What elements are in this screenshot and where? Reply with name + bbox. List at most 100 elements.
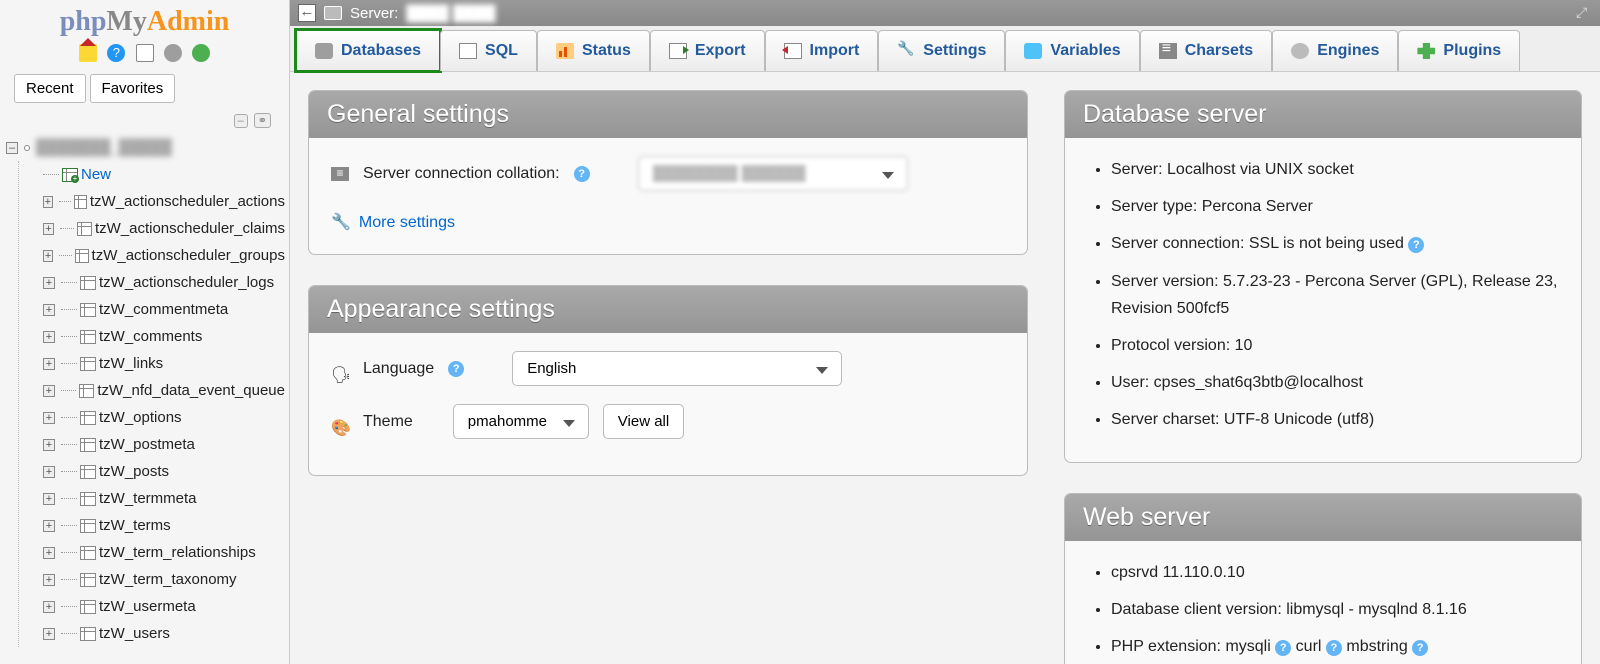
- db-server-info-item: Server connection: SSL is not being used…: [1111, 230, 1559, 257]
- tree-table-item[interactable]: + tzW_options: [43, 404, 285, 431]
- tree-new-table[interactable]: + New: [43, 161, 285, 188]
- web-server-info-item: PHP extension: mysqli ? curl ? mbstring …: [1111, 633, 1559, 660]
- db-server-info-item: Protocol version: 10: [1111, 332, 1559, 359]
- panel-heading: Database server: [1065, 91, 1581, 138]
- db-server-info-item: Server charset: UTF-8 Unicode (utf8): [1111, 406, 1559, 433]
- theme-select[interactable]: pmahomme: [453, 404, 589, 439]
- tab-databases[interactable]: Databases: [296, 30, 440, 71]
- help-icon[interactable]: [107, 44, 125, 62]
- web-server-info-item: Database client version: libmysql - mysq…: [1111, 596, 1559, 623]
- collation-icon: [331, 167, 349, 181]
- databases-icon: [315, 43, 333, 59]
- more-settings-link[interactable]: More settings: [359, 209, 455, 236]
- tab-variables[interactable]: Variables: [1005, 30, 1139, 71]
- table-icon: [80, 546, 96, 560]
- theme-label: Theme: [363, 408, 413, 435]
- tree-table-item[interactable]: + tzW_nfd_data_event_queue: [43, 377, 285, 404]
- tree-table-item[interactable]: + tzW_actionscheduler_logs: [43, 269, 285, 296]
- tab-export[interactable]: Export: [650, 30, 765, 71]
- language-icon: [331, 362, 349, 376]
- main-area: ← Server: ████ ████ ⤢ DatabasesSQLStatus…: [290, 0, 1600, 664]
- main-tabs: DatabasesSQLStatusExportImportSettingsVa…: [290, 26, 1600, 72]
- charsets-icon: [1159, 43, 1177, 59]
- tree-table-item[interactable]: + tzW_postmeta: [43, 431, 285, 458]
- server-icon: [324, 6, 342, 20]
- db-server-info-item: Server version: 5.7.23-23 - Percona Serv…: [1111, 268, 1559, 322]
- server-name: ████ ████: [406, 5, 495, 22]
- top-bar: ← Server: ████ ████ ⤢: [290, 0, 1600, 26]
- language-label: Language: [363, 355, 434, 382]
- table-icon: [80, 627, 96, 641]
- collation-label: Server connection collation:: [363, 160, 560, 187]
- status-icon: [556, 43, 574, 59]
- tree-table-item[interactable]: + tzW_actionscheduler_groups: [43, 242, 285, 269]
- table-icon: [80, 276, 96, 290]
- export-icon: [669, 43, 687, 59]
- panel-collapse-button[interactable]: ←: [298, 4, 316, 22]
- help-icon[interactable]: ?: [1408, 237, 1424, 253]
- tree-table-item[interactable]: + tzW_term_taxonomy: [43, 566, 285, 593]
- topbar-gear-icon[interactable]: ⤢: [1576, 4, 1592, 20]
- collation-select[interactable]: ████████ ██████: [638, 156, 908, 191]
- help-icon[interactable]: ?: [1412, 640, 1428, 656]
- tree-root-node[interactable]: – ███████_█████: [6, 134, 285, 161]
- tree-table-item[interactable]: + tzW_terms: [43, 512, 285, 539]
- view-all-themes-button[interactable]: View all: [603, 404, 684, 439]
- tab-settings[interactable]: Settings: [878, 30, 1005, 71]
- table-icon: [80, 330, 96, 344]
- table-icon: [80, 600, 96, 614]
- tab-engines[interactable]: Engines: [1272, 30, 1398, 71]
- sql-icon[interactable]: [136, 44, 154, 62]
- tree-table-item[interactable]: + tzW_termmeta: [43, 485, 285, 512]
- table-icon: [80, 303, 96, 317]
- tree-table-item[interactable]: + tzW_usermeta: [43, 593, 285, 620]
- engines-icon: [1291, 43, 1309, 59]
- new-table-icon: +: [62, 168, 78, 182]
- settings-icon[interactable]: [164, 44, 182, 62]
- table-icon: [79, 384, 94, 398]
- tree-table-item[interactable]: + tzW_actionscheduler_claims: [43, 215, 285, 242]
- tree-table-item[interactable]: + tzW_term_relationships: [43, 539, 285, 566]
- settings-icon: [897, 43, 915, 59]
- favorites-button[interactable]: Favorites: [90, 74, 176, 103]
- link-icon[interactable]: ⚭: [254, 113, 271, 128]
- table-icon: [75, 249, 88, 263]
- tab-import[interactable]: Import: [765, 30, 879, 71]
- general-settings-panel: General settings Server connection colla…: [308, 90, 1028, 255]
- help-icon[interactable]: ?: [574, 166, 590, 182]
- tree-table-item[interactable]: + tzW_users: [43, 620, 285, 647]
- panel-heading: Web server: [1065, 494, 1581, 541]
- db-server-info-item: Server: Localhost via UNIX socket: [1111, 156, 1559, 183]
- tab-status[interactable]: Status: [537, 30, 650, 71]
- variables-icon: [1024, 43, 1042, 59]
- tree-table-item[interactable]: + tzW_commentmeta: [43, 296, 285, 323]
- wrench-icon: 🔧: [331, 209, 351, 236]
- tab-sql[interactable]: SQL: [440, 30, 537, 71]
- table-icon: [80, 465, 96, 479]
- tree-table-item[interactable]: + tzW_actionscheduler_actions: [43, 188, 285, 215]
- home-icon[interactable]: [79, 44, 97, 62]
- tree-table-item[interactable]: + tzW_comments: [43, 323, 285, 350]
- sql-icon: [459, 43, 477, 59]
- web-server-info-item: cpsrvd 11.110.0.10: [1111, 559, 1559, 586]
- language-select[interactable]: English: [512, 351, 842, 386]
- recent-button[interactable]: Recent: [14, 74, 86, 103]
- collapse-tree-icon[interactable]: –: [234, 114, 248, 128]
- panel-heading: General settings: [309, 91, 1027, 138]
- table-icon: [80, 438, 96, 452]
- help-icon[interactable]: ?: [448, 361, 464, 377]
- tab-charsets[interactable]: Charsets: [1140, 30, 1272, 71]
- web-server-panel: Web server cpsrvd 11.110.0.10 Database cl…: [1064, 493, 1582, 664]
- appearance-settings-panel: Appearance settings Language ? English: [308, 285, 1028, 476]
- table-icon: [80, 411, 96, 425]
- database-server-panel: Database server Server: Localhost via UN…: [1064, 90, 1582, 463]
- reload-icon[interactable]: [192, 44, 210, 62]
- tree-table-item[interactable]: + tzW_links: [43, 350, 285, 377]
- tree-table-item[interactable]: + tzW_posts: [43, 458, 285, 485]
- theme-icon: [331, 415, 349, 429]
- table-icon: [80, 492, 96, 506]
- help-icon[interactable]: ?: [1326, 640, 1342, 656]
- help-icon[interactable]: ?: [1275, 640, 1291, 656]
- tab-plugins[interactable]: Plugins: [1398, 30, 1520, 71]
- database-tree: – ███████_█████ + New+ tzW_actionschedul…: [0, 134, 289, 647]
